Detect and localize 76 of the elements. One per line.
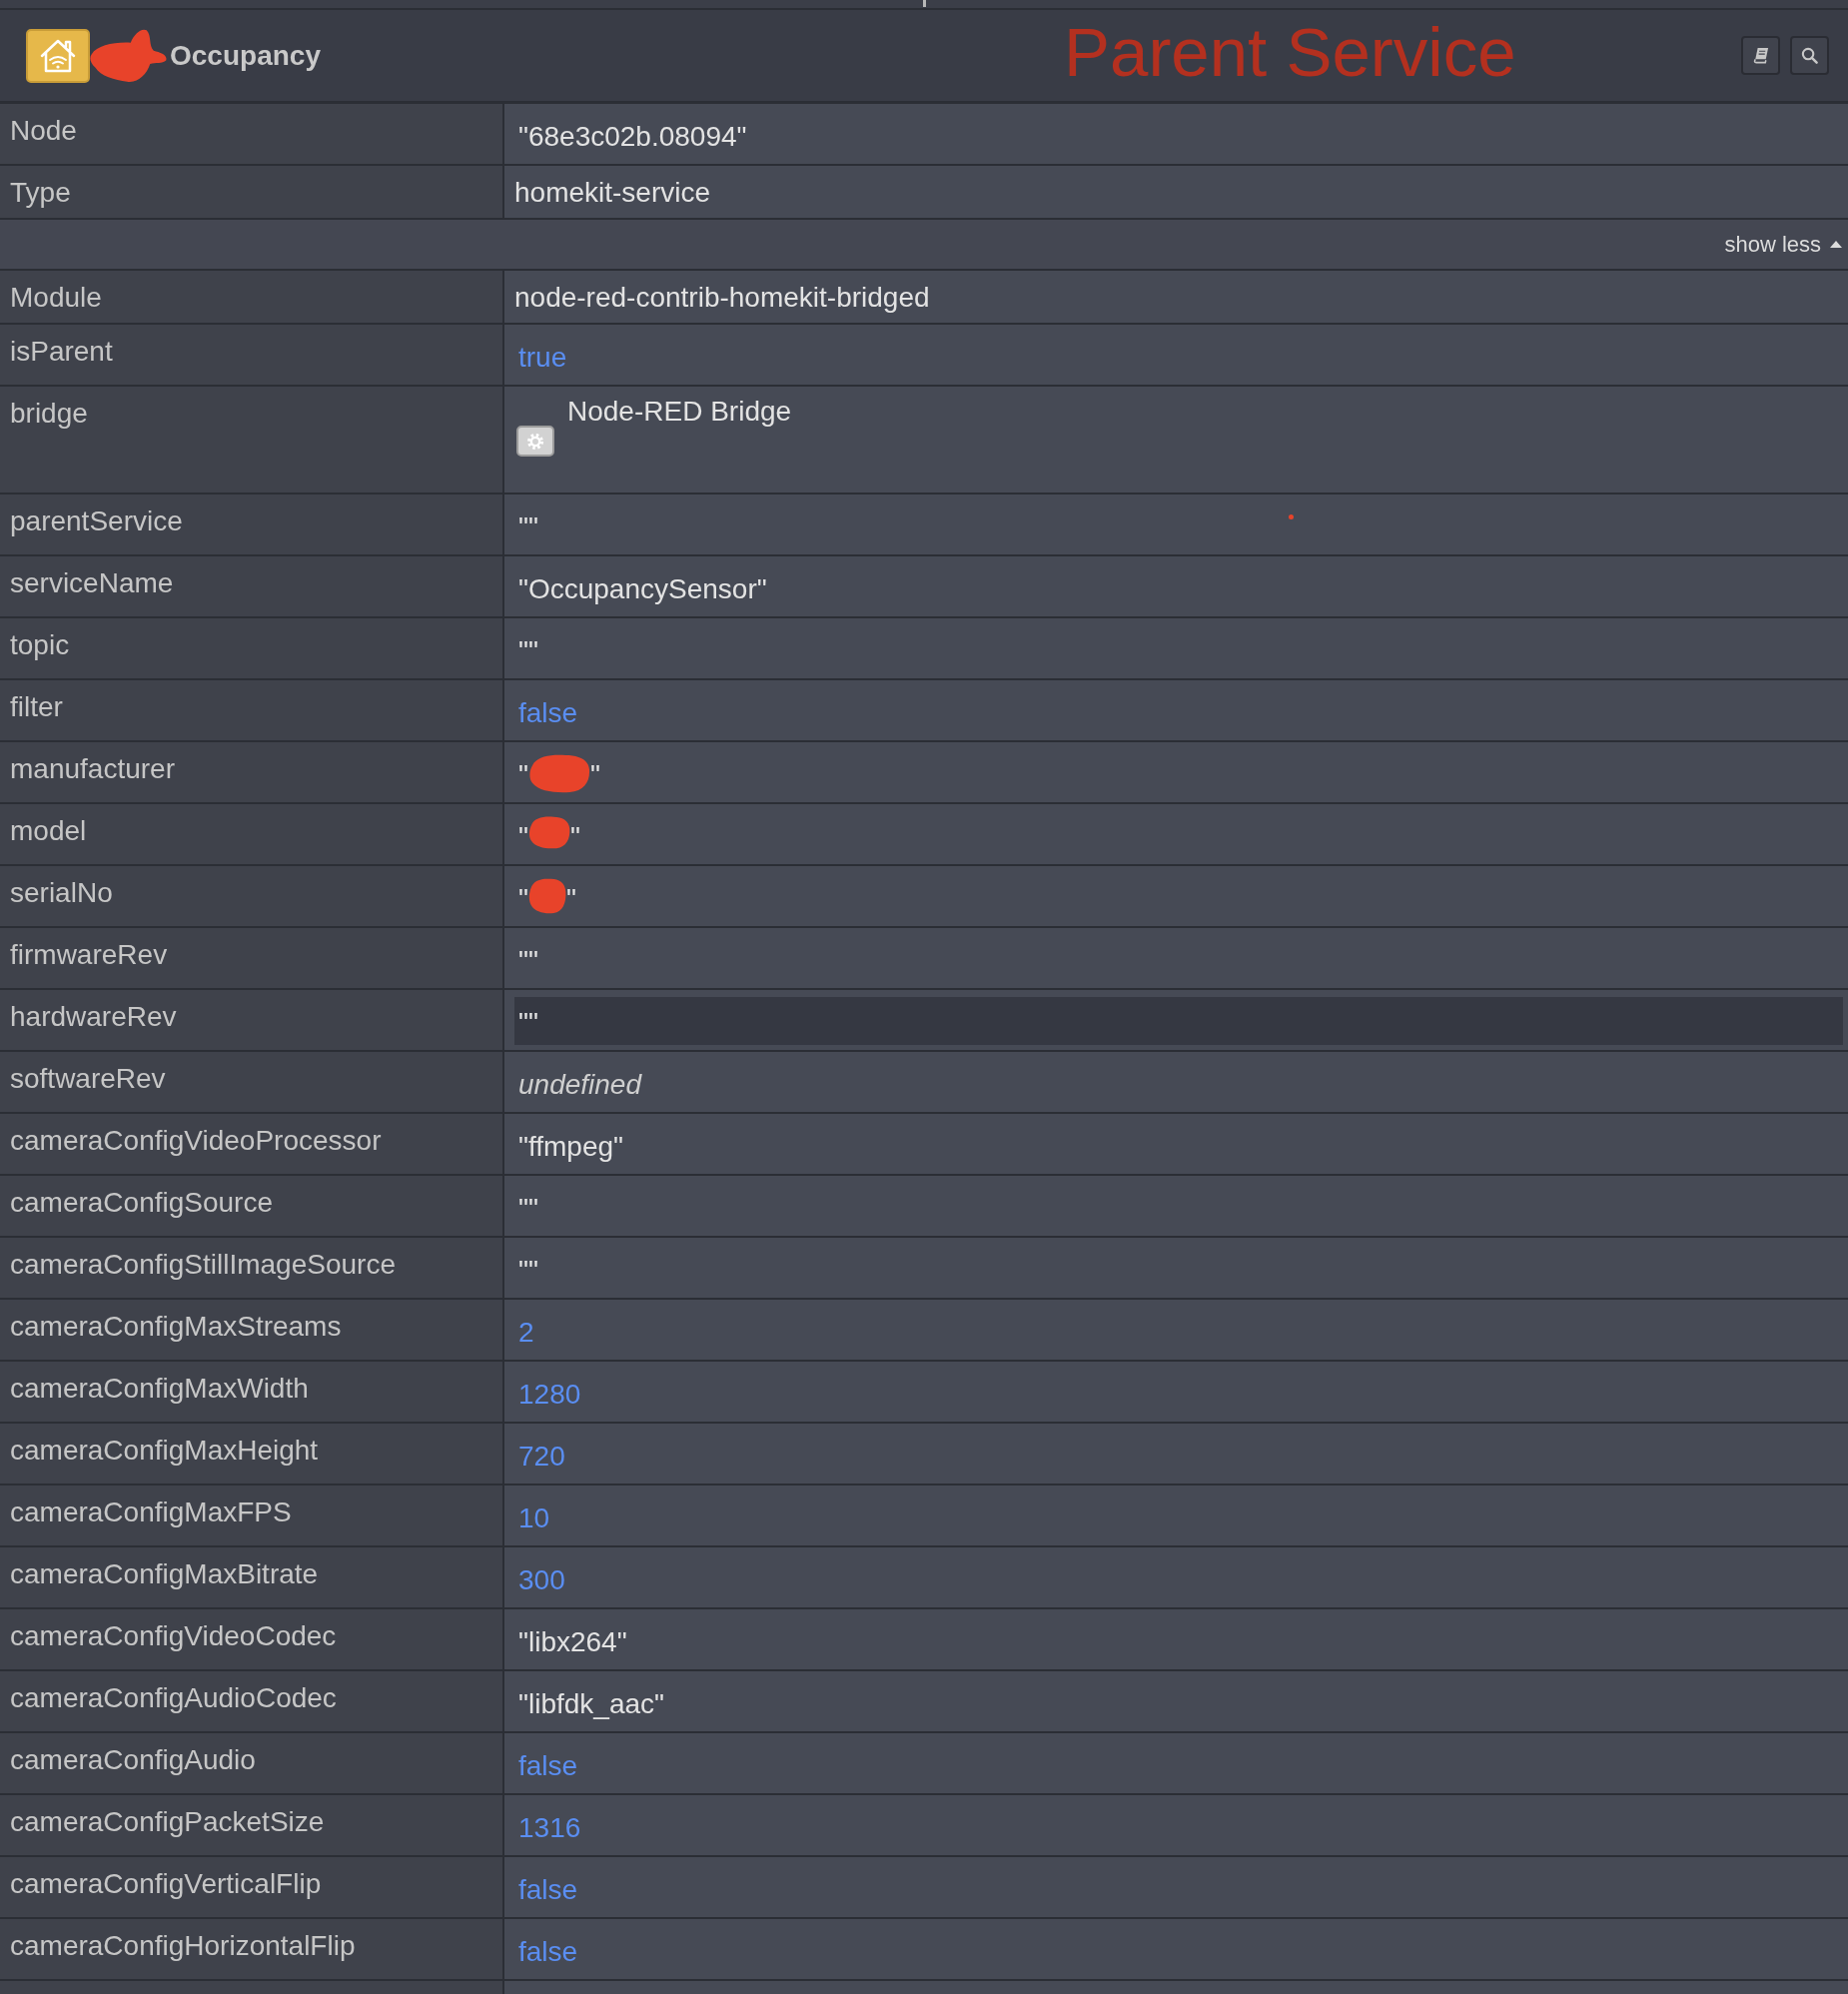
property-value: "ffmpeg": [518, 1131, 623, 1163]
property-value: Node-RED Bridge: [567, 396, 792, 428]
property-name: cameraConfigVideoCodec: [10, 1620, 337, 1651]
property-value: "libfdk_aac": [518, 1688, 664, 1720]
property-name: cameraConfigMaxFPS: [10, 1496, 292, 1527]
house-icon: [26, 28, 90, 83]
redaction-mark: [527, 815, 570, 849]
search-icon: [1800, 46, 1819, 65]
property-name: cameraConfigAudioCodec: [10, 1682, 337, 1713]
property-name: cameraConfigHorizontalFlip: [10, 1930, 356, 1961]
property-name: bridge: [10, 398, 88, 429]
property-name: cameraConfigPacketSize: [10, 1806, 325, 1837]
property-name: softwareRev: [10, 1063, 166, 1094]
property-value: ": [565, 883, 576, 915]
property-value: 300: [518, 1564, 565, 1596]
property-name: manufacturer: [10, 753, 175, 784]
property-value: ": [518, 883, 528, 915]
property-name: Type: [10, 177, 71, 208]
property-name: filter: [10, 691, 63, 722]
property-value: "libx264": [518, 1626, 627, 1658]
property-value: ": [589, 759, 600, 791]
property-value: true: [518, 342, 567, 374]
property-name: firmwareRev: [10, 939, 168, 970]
property-name: cameraConfigSource: [10, 1187, 274, 1218]
search-button[interactable]: [1790, 36, 1829, 75]
property-value: 720: [518, 1441, 565, 1473]
property-value: "68e3c02b.08094": [518, 121, 747, 153]
splitter-handle[interactable]: [922, 0, 926, 7]
property-value: false: [518, 1750, 578, 1782]
node-title: Occupancy: [170, 39, 321, 72]
property-value: 1280: [518, 1379, 581, 1411]
property-value: ": [569, 821, 580, 853]
property-value: node-red-contrib-homekit-bridged: [514, 282, 930, 314]
property-name: cameraConfigMaxStreams: [10, 1311, 342, 1342]
property-value: 10: [518, 1502, 550, 1534]
property-value: "OccupancySensor": [518, 573, 767, 605]
property-name: model: [10, 815, 87, 846]
book-icon: [1751, 46, 1770, 65]
gear-icon: [526, 432, 544, 451]
property-value: 1316: [518, 1812, 581, 1844]
property-value: "": [518, 1255, 538, 1287]
property-name: Node: [10, 115, 77, 146]
property-value: false: [518, 697, 578, 729]
property-value: false: [518, 1874, 578, 1906]
property-value: false: [518, 1936, 578, 1968]
annotation-text: Parent Service: [1064, 18, 1516, 87]
property-value: "": [518, 511, 538, 543]
property-name: serviceName: [10, 567, 174, 598]
property-name: topic: [10, 629, 70, 660]
property-name: cameraConfigMaxBitrate: [10, 1558, 319, 1589]
property-name: Module: [10, 282, 102, 313]
help-button[interactable]: [1741, 36, 1780, 75]
settings-button[interactable]: [516, 426, 554, 457]
property-value: ": [518, 759, 528, 791]
property-name: serialNo: [10, 877, 113, 908]
property-name: cameraConfigMaxHeight: [10, 1435, 319, 1466]
property-name: cameraConfigStillImageSource: [10, 1249, 396, 1280]
property-name: cameraConfigVideoProcessor: [10, 1125, 382, 1156]
property-value: "": [518, 635, 538, 667]
property-value: 2: [518, 1317, 534, 1349]
property-value: undefined: [518, 1069, 641, 1101]
property-name: parentService: [10, 505, 183, 536]
property-value: "": [514, 997, 1843, 1045]
property-value: ": [518, 821, 528, 853]
property-value: "": [518, 1193, 538, 1225]
property-name: isParent: [10, 336, 113, 367]
property-name: cameraConfigMaxWidth: [10, 1373, 309, 1404]
redaction-mark: [527, 877, 566, 914]
property-name: cameraConfigAudio: [10, 1744, 256, 1775]
annotation-dot: [1289, 514, 1294, 519]
property-name: hardwareRev: [10, 1001, 177, 1032]
redaction-mark: [527, 753, 590, 793]
property-name: cameraConfigVerticalFlip: [10, 1868, 322, 1899]
show-less-link[interactable]: show less: [1724, 231, 1842, 258]
property-value: homekit-service: [514, 177, 711, 209]
property-value: "": [518, 945, 538, 977]
